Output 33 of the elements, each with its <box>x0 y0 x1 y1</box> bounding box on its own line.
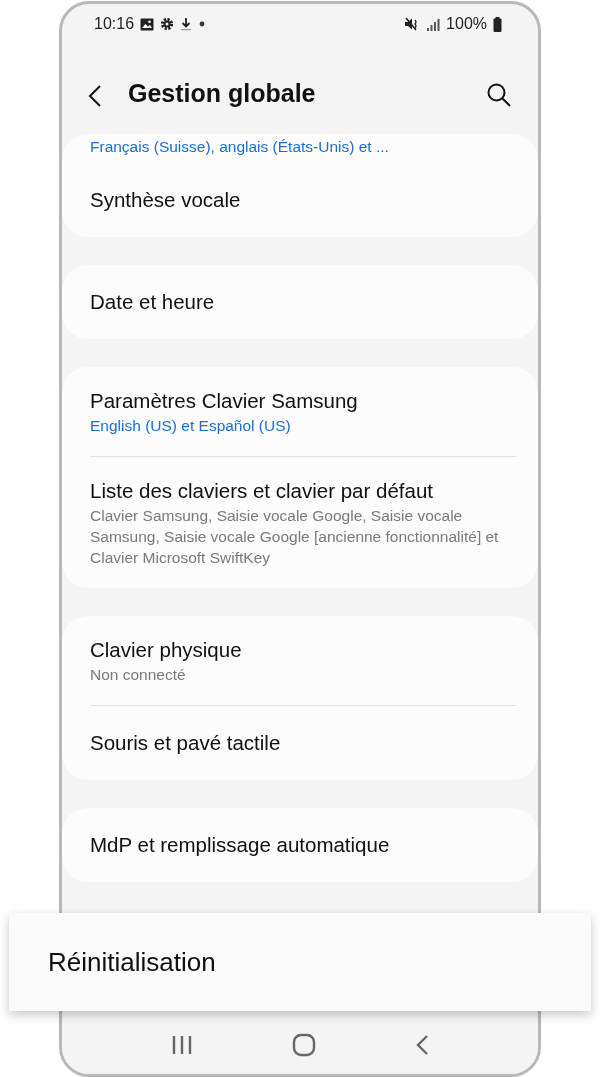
battery-icon <box>493 16 502 32</box>
item-title: Souris et pavé tactile <box>90 730 282 756</box>
item-title: Synthèse vocale <box>90 187 242 213</box>
item-title: Clavier physique <box>90 637 243 663</box>
back-icon <box>414 1034 429 1056</box>
gear-icon <box>160 17 175 31</box>
settings-item[interactable]: Synthèse vocale <box>90 163 516 237</box>
signal-icon <box>426 17 441 31</box>
highlighted-item[interactable]: Réinitialisation <box>9 913 591 1011</box>
settings-item[interactable]: Souris et pavé tactile <box>90 705 516 780</box>
item-subtitle: Non connecté <box>90 665 187 685</box>
settings-item[interactable]: Date et heure <box>90 265 516 339</box>
battery-percent: 100% <box>446 15 487 33</box>
search-icon <box>486 82 512 108</box>
page-title: Gestion globale <box>128 78 317 109</box>
item-subtitle: English (US) et Español (US) <box>90 416 292 436</box>
item-title: Date et heure <box>90 289 216 315</box>
download-icon <box>180 17 193 31</box>
item-subtitle: Français (Suisse), anglais (États-Unis) et ... <box>90 137 390 157</box>
settings-item[interactable]: Paramètres Clavier Samsung English (US) et Español (US) <box>90 367 516 456</box>
item-title: MdP et remplissage automatique <box>90 832 391 858</box>
recent-apps-icon <box>171 1035 194 1055</box>
settings-item[interactable]: MdP et remplissage automatique <box>90 808 516 882</box>
item-title: Paramètres Clavier Samsung <box>90 388 359 414</box>
dot-icon <box>198 20 207 28</box>
item-subtitle: Clavier Samsung, Saisie vocale Google, Saisie vocale Samsung, Saisie vocale Google [ancienne fonctionnalité] et Clavier Microsoft SwiftKey <box>90 506 500 568</box>
home-icon <box>292 1033 316 1057</box>
settings-item[interactable]: Liste des claviers et clavier par défaut Clavier Samsung, Saisie vocale Google, Saisie vocale Samsung, Saisie vocale Google [ancienne fonctionnalité] et Clavier Microsoft SwiftKey <box>90 456 516 588</box>
image-icon <box>140 17 155 31</box>
back-icon <box>88 84 102 108</box>
item-title: Liste des claviers et clavier par défaut <box>90 478 434 504</box>
status-time: 10:16 <box>94 15 135 33</box>
settings-item[interactable]: Clavier physique Non connecté <box>90 616 516 705</box>
